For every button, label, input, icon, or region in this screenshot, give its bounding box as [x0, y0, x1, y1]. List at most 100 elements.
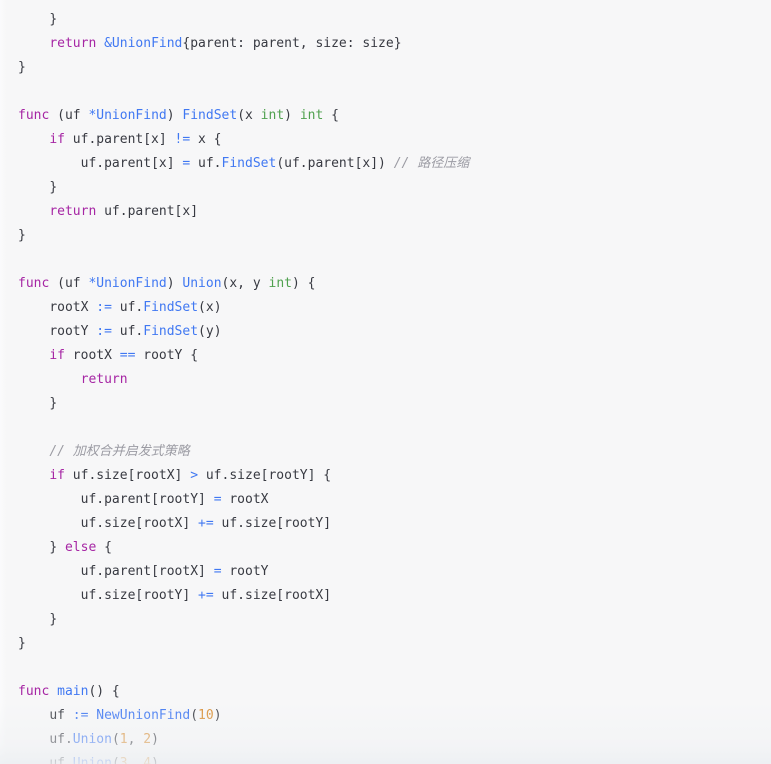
code-token-kw: return: [80, 372, 128, 387]
code-token-pun: uf.parent[x]: [96, 204, 199, 219]
code-token-pun: uf.parent[x]: [64, 132, 175, 147]
code-token-pun: uf.size[rootX]: [64, 468, 191, 483]
code-token-pun: ): [151, 756, 159, 764]
code-line: ​: [0, 248, 771, 272]
code-token-fn: Union: [182, 276, 222, 291]
code-token-kw: func: [18, 108, 50, 123]
code-token-op: =: [213, 564, 222, 579]
code-token-fn: FindSet: [182, 108, 238, 123]
code-line: func main() {: [0, 680, 771, 704]
code-token-pun: uf.size[rootX]: [80, 516, 199, 531]
code-line: ​: [0, 80, 771, 104]
code-token-op: ==: [119, 348, 136, 363]
code-token-pun: }: [18, 60, 26, 75]
code-token-kw: func: [18, 684, 50, 699]
code-token-fn: FindSet: [143, 324, 199, 339]
code-token-fn: main: [57, 684, 89, 699]
code-token-pun: rootY: [221, 564, 269, 579]
code-token-pun: uf.: [111, 324, 144, 339]
code-token-pun: [49, 684, 57, 699]
code-line: return &UnionFind{parent: parent, size: …: [0, 32, 771, 56]
code-line: } else {: [0, 536, 771, 560]
code-token-pun: (x, y: [221, 276, 269, 291]
code-token-fn: NewUnionFind: [96, 708, 191, 723]
code-token-pun: uf.size[rootY]: [213, 516, 332, 531]
code-token-fn: Union: [72, 756, 112, 764]
code-token-op: +=: [198, 516, 214, 531]
code-line: uf.size[rootY] += uf.size[rootX]: [0, 584, 771, 608]
code-token-kw: if: [49, 348, 65, 363]
code-token-pun: () {: [88, 684, 120, 699]
code-token-pun: uf: [49, 708, 73, 723]
code-token-num: 4: [143, 756, 152, 764]
code-token-fn: FindSet: [143, 300, 199, 315]
code-line: uf.size[rootX] += uf.size[rootY]: [0, 512, 771, 536]
code-token-op: +=: [198, 588, 214, 603]
code-token-pun: rootX: [221, 492, 269, 507]
code-token-pun: [96, 36, 104, 51]
code-token-op: =: [213, 492, 222, 507]
code-token-num: 1: [119, 732, 128, 747]
code-token-cm: // 加权合并启发式策略: [49, 444, 190, 459]
code-token-kw: func: [18, 276, 50, 291]
code-line: uf.Union(3, 4): [0, 752, 771, 764]
code-token-pun: (: [111, 756, 120, 764]
code-token-pun: (x): [198, 300, 222, 315]
code-token-pun: {parent: parent, size: size}: [182, 36, 402, 51]
code-line: }: [0, 224, 771, 248]
code-token-pun: }: [49, 12, 58, 27]
code-token-pun: }: [49, 612, 58, 627]
code-token-pun: (: [190, 708, 199, 723]
code-token-typ: *UnionFind: [88, 108, 167, 123]
code-token-kw: return: [49, 204, 97, 219]
code-token-num: 2: [143, 732, 152, 747]
code-token-bi: int: [260, 108, 285, 123]
code-token-typ: &UnionFind: [104, 36, 183, 51]
code-token-pun: rootX: [49, 300, 97, 315]
code-token-op: >: [190, 468, 199, 483]
code-token-pun: ): [166, 276, 183, 291]
code-line: ​: [0, 416, 771, 440]
code-token-pun: rootX: [64, 348, 120, 363]
code-token-kw: if: [49, 468, 65, 483]
code-token-op: :=: [96, 300, 112, 315]
code-token-pun: ): [151, 732, 159, 747]
code-line: }: [0, 8, 771, 32]
code-line: rootX := uf.FindSet(x): [0, 296, 771, 320]
code-token-pun: uf.size[rootY]: [80, 588, 199, 603]
code-token-pun: uf.parent[rootX]: [80, 564, 214, 579]
code-token-pun: }: [49, 396, 58, 411]
code-token-op: :=: [96, 324, 112, 339]
code-line: if uf.size[rootX] > uf.size[rootY] {: [0, 464, 771, 488]
code-token-pun: (uf.parent[x]): [276, 156, 394, 171]
code-line: func (uf *UnionFind) Union(x, y int) {: [0, 272, 771, 296]
code-line: func (uf *UnionFind) FindSet(x int) int …: [0, 104, 771, 128]
code-token-pun: }: [18, 228, 26, 243]
code-token-bi: int: [299, 108, 324, 123]
code-line: return uf.parent[x]: [0, 200, 771, 224]
code-token-kw: if: [49, 132, 65, 147]
code-line: uf.parent[rootY] = rootX: [0, 488, 771, 512]
code-line: uf.parent[rootX] = rootY: [0, 560, 771, 584]
code-line: }: [0, 176, 771, 200]
code-token-pun: rootY {: [135, 348, 199, 363]
code-token-kw: return: [49, 36, 97, 51]
code-token-num: 3: [119, 756, 128, 764]
code-token-kw: else: [64, 540, 97, 555]
code-line: }: [0, 56, 771, 80]
code-block[interactable]: } return &UnionFind{parent: parent, size…: [0, 0, 771, 764]
code-token-cm: // 路径压缩: [393, 156, 470, 171]
code-token-pun: }: [49, 540, 65, 555]
code-line: return: [0, 368, 771, 392]
code-content[interactable]: } return &UnionFind{parent: parent, size…: [0, 0, 771, 764]
code-token-pun: (uf: [49, 108, 89, 123]
code-line: }: [0, 632, 771, 656]
code-token-pun: uf.: [111, 300, 144, 315]
code-token-pun: uf.size[rootX]: [213, 588, 332, 603]
code-token-pun: (uf: [49, 276, 89, 291]
code-token-pun: ,: [127, 756, 144, 764]
code-line: rootY := uf.FindSet(y): [0, 320, 771, 344]
code-line: uf := NewUnionFind(10): [0, 704, 771, 728]
code-line: if uf.parent[x] != x {: [0, 128, 771, 152]
code-token-pun: uf.parent[x]: [80, 156, 183, 171]
